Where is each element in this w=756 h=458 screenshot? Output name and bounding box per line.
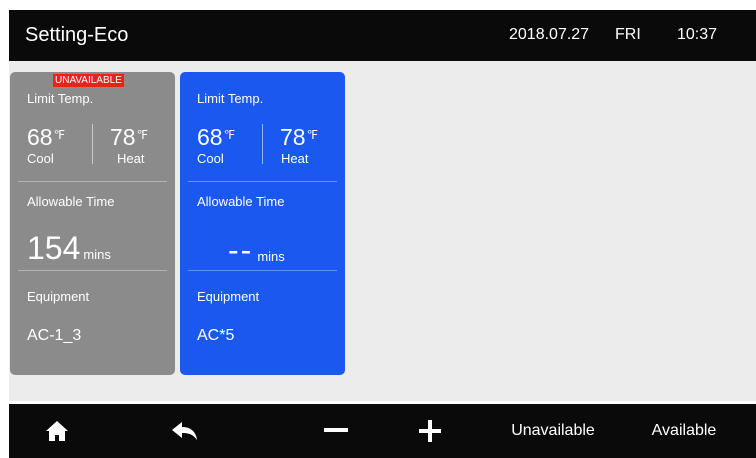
section-divider [18,181,167,182]
heat-label: Heat [281,151,309,166]
fahrenheit-unit: ℉ [136,128,149,142]
limit-temp-label: Limit Temp. [197,91,264,106]
content-area: UNAVAILABLE Limit Temp. 68℉ Cool 78℉ Hea… [9,61,756,401]
cool-temp-value: 68℉ [197,124,236,150]
decrease-button[interactable] [321,404,351,458]
cool-label: Cool [197,151,224,166]
time-unit: mins [83,247,111,262]
plus-icon [419,420,441,442]
cool-temp-value: 68℉ [27,124,66,150]
temp-divider [262,124,263,164]
fahrenheit-unit: ℉ [53,128,66,142]
section-divider [188,270,337,271]
limit-temp-label: Limit Temp. [27,91,94,106]
equipment-label: Equipment [197,289,260,304]
page-title: Setting-Eco [25,24,129,46]
fahrenheit-unit: ℉ [306,128,319,142]
equipment-value: AC-1_3 [27,327,82,344]
unavailable-button[interactable]: Unavailable [501,404,605,458]
available-button[interactable]: Available [641,404,727,458]
eco-card-selected[interactable]: Limit Temp. 68℉ Cool 78℉ Heat Allowable … [180,72,345,375]
back-arrow-icon [172,422,197,440]
bottom-toolbar: Unavailable Available [9,404,756,458]
allowable-time-value: -- mins [228,232,285,268]
temp-divider [92,124,93,164]
eco-card-unavailable[interactable]: UNAVAILABLE Limit Temp. 68℉ Cool 78℉ Hea… [10,72,175,375]
unavailable-badge: UNAVAILABLE [53,74,124,87]
top-bar: Setting-Eco 2018.07.27 FRI 10:37 [9,10,756,61]
cool-label: Cool [27,151,54,166]
back-button[interactable] [165,404,205,458]
heat-label: Heat [117,151,145,166]
minus-icon [324,428,348,432]
allowable-time-label: Allowable Time [197,194,285,209]
heat-temp-value: 78℉ [110,124,149,150]
time-unit: mins [257,249,285,264]
equipment-label: Equipment [27,289,90,304]
home-button[interactable] [37,404,77,458]
date-display: 2018.07.27 [509,26,590,43]
increase-button[interactable] [415,404,445,458]
section-divider [188,181,337,182]
clock-display: 10:37 [677,26,718,43]
allowable-time-value: 154 mins [27,230,111,266]
day-display: FRI [615,26,641,43]
equipment-value: AC*5 [197,327,235,344]
heat-temp-value: 78℉ [280,124,319,150]
section-divider [18,270,167,271]
home-icon [46,421,68,441]
allowable-time-label: Allowable Time [27,194,115,209]
fahrenheit-unit: ℉ [223,128,236,142]
